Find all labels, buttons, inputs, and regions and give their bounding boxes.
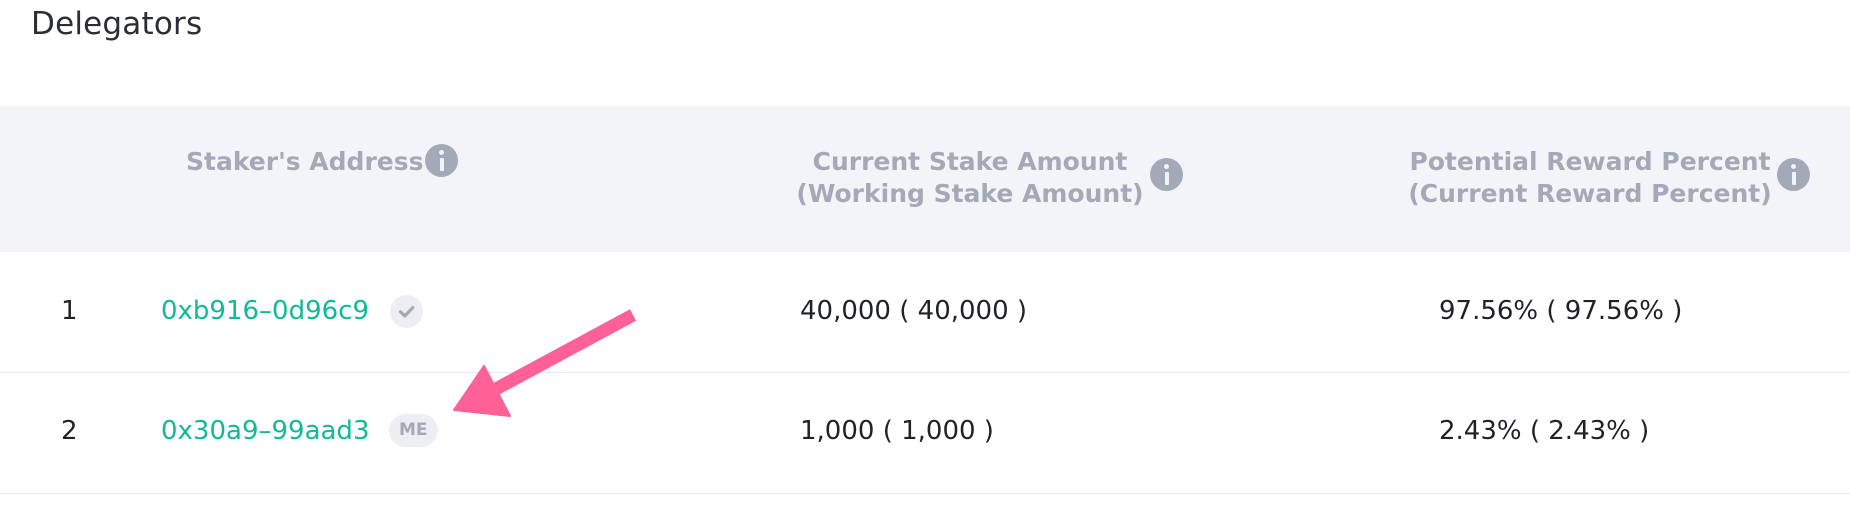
row-index: 1 xyxy=(61,296,78,326)
row-index: 2 xyxy=(61,416,78,446)
column-header-address: Staker's Address xyxy=(186,146,424,178)
stake-header-line2: (Working Stake Amount) xyxy=(796,179,1144,208)
verified-badge xyxy=(390,295,423,328)
page-title: Delegators xyxy=(31,6,203,42)
info-icon[interactable] xyxy=(1777,158,1810,191)
delegators-page: Delegators Staker's Address Current Stak… xyxy=(0,0,1850,518)
stake-header-line1: Current Stake Amount xyxy=(812,147,1128,176)
staker-address-link[interactable]: 0xb916–0d96c9 xyxy=(161,294,369,328)
stake-amount: 40,000 ( 40,000 ) xyxy=(800,296,1028,326)
staker-address-link[interactable]: 0x30a9–99aad3 xyxy=(161,414,369,448)
column-header-stake: Current Stake Amount (Working Stake Amou… xyxy=(760,146,1180,210)
reward-percent: 2.43% ( 2.43% ) xyxy=(1439,416,1650,446)
table-row: 2 0x30a9–99aad3 ME 1,000 ( 1,000 ) 2.43%… xyxy=(0,373,1850,494)
check-icon xyxy=(398,306,415,318)
reward-header-line1: Potential Reward Percent xyxy=(1409,147,1771,176)
address-header-label: Staker's Address xyxy=(186,147,424,176)
reward-percent: 97.56% ( 97.56% ) xyxy=(1439,296,1683,326)
me-badge: ME xyxy=(389,414,438,447)
info-icon[interactable] xyxy=(1150,158,1183,191)
reward-header-line2: (Current Reward Percent) xyxy=(1408,179,1772,208)
stake-amount: 1,000 ( 1,000 ) xyxy=(800,416,994,446)
info-icon[interactable] xyxy=(425,144,458,177)
table-row: 1 0xb916–0d96c9 40,000 ( 40,000 ) 97.56%… xyxy=(0,252,1850,373)
column-header-reward: Potential Reward Percent (Current Reward… xyxy=(1395,146,1785,210)
table-header: Staker's Address Current Stake Amount (W… xyxy=(0,106,1850,252)
